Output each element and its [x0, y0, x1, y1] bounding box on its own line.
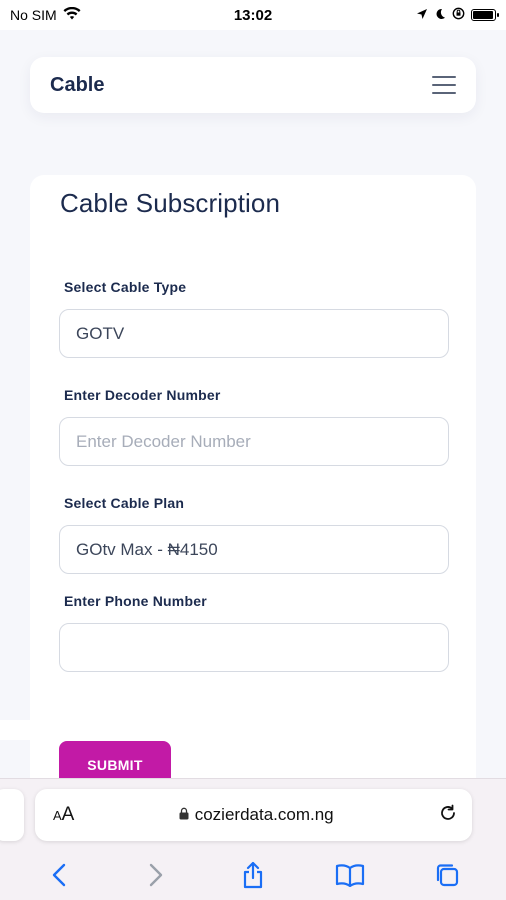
browser-nav-toolbar	[0, 857, 506, 893]
lock-icon	[179, 805, 189, 825]
top-nav-card: Cable	[30, 57, 476, 113]
back-icon[interactable]	[39, 857, 79, 893]
text-size-button[interactable]: AA	[53, 804, 74, 826]
status-left: No SIM	[10, 6, 81, 23]
location-icon	[416, 7, 428, 23]
phone-number-input[interactable]	[59, 623, 449, 672]
page-title: Cable Subscription	[60, 188, 281, 218]
cable-plan-label: Select Cable Plan	[64, 495, 185, 511]
decoder-number-input[interactable]: Enter Decoder Number	[59, 417, 449, 466]
cable-type-select[interactable]: GOTV	[59, 309, 449, 358]
page-edge	[0, 720, 30, 740]
hamburger-icon[interactable]	[432, 76, 456, 94]
cable-plan-select[interactable]: GOtv Max - ₦4150	[59, 525, 449, 574]
moon-icon	[434, 7, 446, 23]
brand-title: Cable	[50, 73, 105, 96]
browser-toolbar: AA cozierdata.com.ng	[0, 778, 506, 900]
bookmarks-icon[interactable]	[330, 857, 370, 893]
reload-icon[interactable]	[438, 803, 458, 828]
battery-fill	[473, 11, 493, 19]
phone-number-label: Enter Phone Number	[64, 593, 207, 609]
cable-type-label: Select Cable Type	[64, 279, 187, 295]
url-display[interactable]: cozierdata.com.ng	[179, 805, 334, 825]
previous-tab-peek[interactable]	[0, 789, 24, 841]
tabs-icon[interactable]	[427, 857, 467, 893]
web-page: Cable Cable Subscription Select Cable Ty…	[0, 30, 506, 795]
url-text: cozierdata.com.ng	[194, 805, 334, 824]
address-bar[interactable]: AA cozierdata.com.ng	[35, 789, 472, 841]
cable-form-card: Cable Subscription Select Cable Type GOT…	[30, 175, 476, 795]
forward-icon[interactable]	[136, 857, 176, 893]
carrier-label: No SIM	[10, 7, 57, 23]
wifi-icon	[63, 6, 81, 23]
battery-icon	[471, 9, 499, 21]
status-bar: No SIM 13:02	[0, 0, 506, 30]
decoder-number-label: Enter Decoder Number	[64, 387, 221, 403]
status-right	[416, 7, 499, 23]
share-icon[interactable]	[233, 857, 273, 893]
rotation-lock-icon	[452, 7, 465, 23]
